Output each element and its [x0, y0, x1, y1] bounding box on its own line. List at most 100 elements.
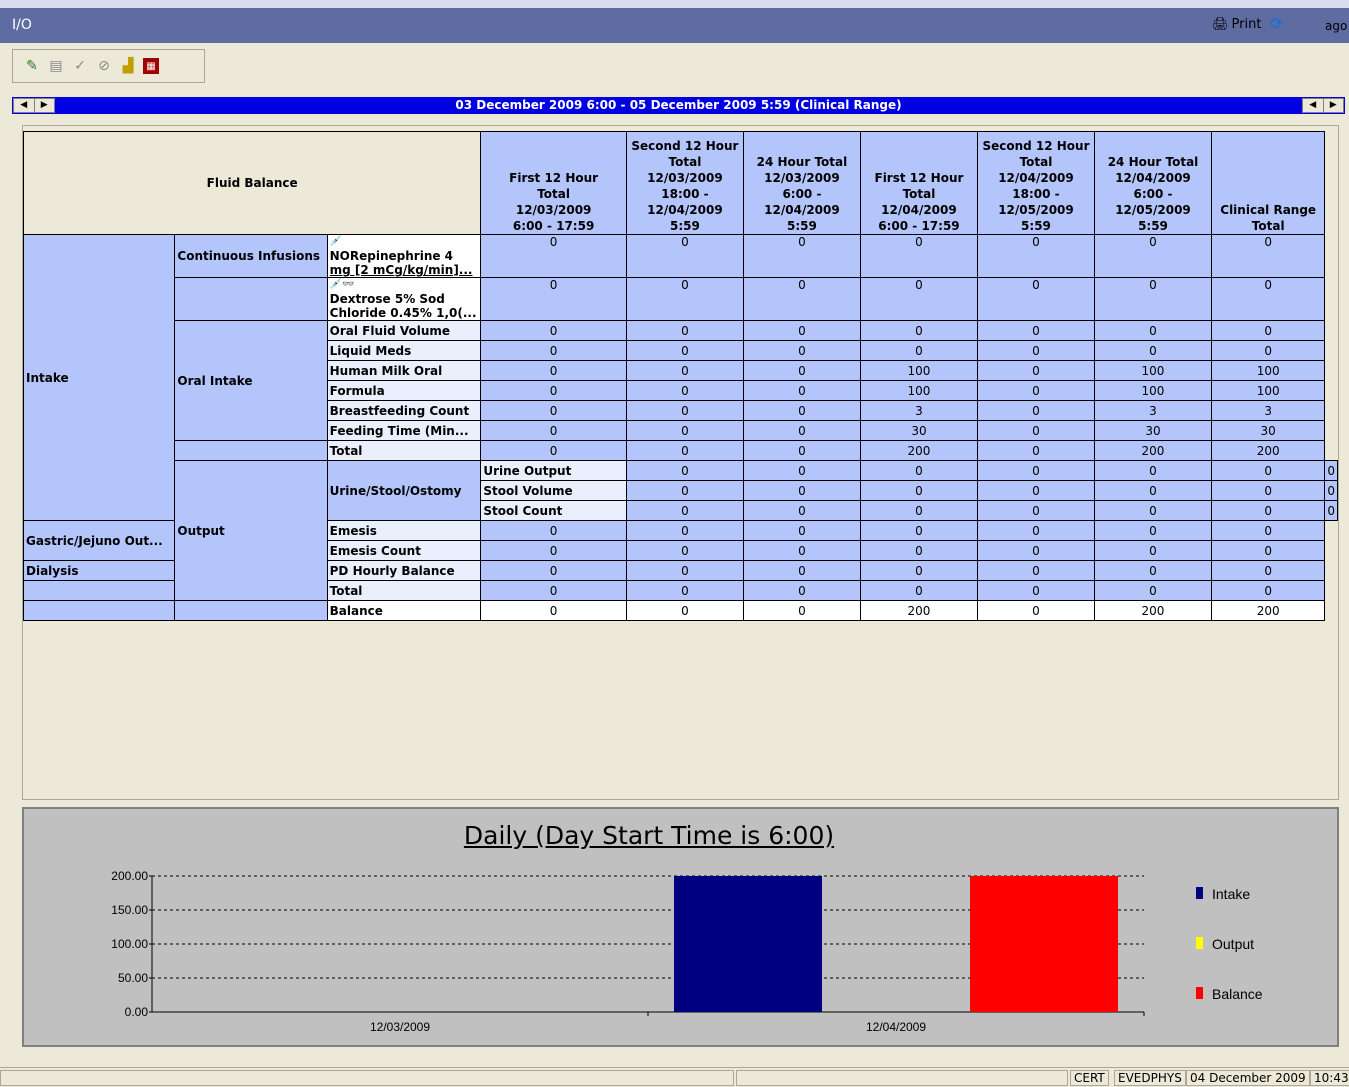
value-cell[interactable]: 0 — [480, 560, 627, 581]
value-cell[interactable]: 0 — [742, 360, 861, 381]
cancel-icon[interactable]: ⊘ — [95, 57, 113, 75]
value-cell[interactable]: 0 — [859, 460, 978, 481]
value-cell[interactable]: 0 — [976, 480, 1095, 501]
scroll-left-button[interactable]: ◀ — [1303, 99, 1324, 112]
value-cell[interactable]: 0 — [1093, 480, 1213, 501]
value-cell[interactable]: 0 — [1093, 540, 1213, 561]
value-cell[interactable]: 0 — [742, 400, 861, 421]
value-cell[interactable]: 0 — [742, 277, 861, 321]
value-cell[interactable]: 0 — [976, 234, 1095, 278]
value-cell[interactable]: 0 — [625, 277, 744, 321]
value-cell[interactable]: 100 — [1210, 380, 1326, 401]
value-cell[interactable]: 0 — [625, 400, 744, 421]
value-cell[interactable]: 3 — [1210, 400, 1326, 421]
row-label-stool-count[interactable]: Stool Count — [480, 500, 627, 521]
value-cell[interactable]: 200 — [859, 600, 978, 621]
value-cell[interactable]: 0 — [1093, 520, 1213, 541]
value-cell[interactable]: 0 — [480, 277, 627, 321]
value-cell[interactable]: 0 — [976, 380, 1095, 401]
value-cell[interactable]: 0 — [976, 460, 1095, 481]
value-cell[interactable]: 0 — [742, 320, 861, 341]
value-cell[interactable]: 200 — [859, 440, 978, 461]
row-label-output-total[interactable]: Total — [326, 580, 482, 601]
value-cell[interactable]: 0 — [480, 320, 627, 341]
value-cell[interactable]: 0 — [480, 400, 627, 421]
value-cell[interactable]: 30 — [859, 420, 978, 441]
value-cell[interactable]: 0 — [625, 540, 744, 561]
row-label-emesis-count[interactable]: Emesis Count — [326, 540, 482, 561]
value-cell[interactable]: 0 — [1210, 480, 1326, 501]
value-cell[interactable]: 0 — [742, 480, 861, 501]
value-cell[interactable]: 0 — [625, 600, 744, 621]
value-cell[interactable]: 0 — [1093, 277, 1213, 321]
value-cell[interactable]: 0 — [625, 340, 744, 361]
calculator-icon[interactable]: ▦ — [143, 58, 159, 74]
value-cell[interactable]: 3 — [859, 400, 978, 421]
print-button[interactable]: 🖨 Print — [1212, 17, 1261, 32]
value-cell[interactable]: 0 — [625, 580, 744, 601]
value-cell[interactable]: 0 — [976, 560, 1095, 581]
value-cell[interactable]: 0 — [742, 520, 861, 541]
value-cell[interactable]: 100 — [1093, 380, 1213, 401]
value-cell[interactable]: 0 — [976, 340, 1095, 361]
value-cell[interactable]: 3 — [1093, 400, 1213, 421]
row-label-balance[interactable]: Balance — [326, 600, 482, 621]
value-cell[interactable]: 0 — [1210, 320, 1326, 341]
value-cell[interactable]: 0 — [625, 500, 744, 521]
value-cell[interactable]: 0 — [859, 480, 978, 501]
value-cell[interactable]: 0 — [976, 540, 1095, 561]
value-cell[interactable]: 0 — [742, 440, 861, 461]
value-cell[interactable]: 200 — [1210, 440, 1326, 461]
row-label-breastfeeding[interactable]: Breastfeeding Count — [326, 400, 482, 421]
value-cell[interactable]: 0 — [480, 580, 627, 601]
value-cell[interactable]: 0 — [976, 420, 1095, 441]
value-cell[interactable]: 0 — [976, 520, 1095, 541]
value-cell[interactable]: 0 — [625, 234, 744, 278]
value-cell[interactable]: 0 — [1210, 277, 1326, 321]
value-cell[interactable]: 0 — [625, 440, 744, 461]
row-label-urine[interactable]: Urine Output — [480, 460, 627, 481]
value-cell[interactable]: 0 — [625, 480, 744, 501]
row-label-feeding-time[interactable]: Feeding Time (Min... — [326, 420, 482, 441]
value-cell[interactable]: 200 — [1093, 600, 1213, 621]
value-cell[interactable]: 0 — [625, 420, 744, 441]
value-cell[interactable]: 0 — [742, 234, 861, 278]
scroll-right-button[interactable]: ▶ — [1324, 99, 1344, 112]
value-cell[interactable]: 0 — [1210, 340, 1326, 361]
value-cell[interactable]: 0 — [1093, 560, 1213, 581]
value-cell[interactable]: 0 — [1093, 500, 1213, 521]
bar-balance[interactable] — [970, 876, 1118, 1012]
value-cell[interactable]: 0 — [859, 500, 978, 521]
row-label-liquid-meds[interactable]: Liquid Meds — [326, 340, 482, 361]
value-cell[interactable]: 0 — [742, 460, 861, 481]
row-label-pd-balance[interactable]: PD Hourly Balance — [326, 560, 482, 581]
value-cell[interactable]: 0 — [742, 600, 861, 621]
value-cell[interactable]: 0 — [976, 600, 1095, 621]
value-cell[interactable]: 0 — [859, 277, 978, 321]
value-cell[interactable]: 0 — [480, 340, 627, 361]
value-cell[interactable]: 0 — [859, 320, 978, 341]
value-cell[interactable]: 0 — [480, 420, 627, 441]
value-cell[interactable]: 0 — [859, 580, 978, 601]
value-cell[interactable]: 0 — [1210, 580, 1326, 601]
value-cell[interactable]: 0 — [1210, 234, 1326, 278]
value-cell[interactable]: 0 — [1093, 340, 1213, 361]
value-cell[interactable]: 0 — [1210, 560, 1326, 581]
value-cell[interactable]: 100 — [859, 360, 978, 381]
value-cell[interactable]: 0 — [625, 460, 744, 481]
value-cell[interactable]: 0 — [480, 440, 627, 461]
value-cell[interactable]: 0 — [1324, 500, 1338, 521]
value-cell[interactable]: 0 — [480, 540, 627, 561]
notes-icon[interactable]: ▤ — [47, 57, 65, 75]
value-cell[interactable]: 0 — [742, 500, 861, 521]
value-cell[interactable]: 0 — [480, 600, 627, 621]
row-label-formula[interactable]: Formula — [326, 380, 482, 401]
refresh-icon[interactable]: ⟳ — [1270, 14, 1283, 33]
value-cell[interactable]: 0 — [625, 520, 744, 541]
value-cell[interactable]: 100 — [1210, 360, 1326, 381]
value-cell[interactable]: 0 — [1210, 460, 1326, 481]
value-cell[interactable]: 0 — [859, 234, 978, 278]
value-cell[interactable]: 0 — [742, 560, 861, 581]
value-cell[interactable]: 0 — [859, 540, 978, 561]
value-cell[interactable]: 0 — [742, 580, 861, 601]
